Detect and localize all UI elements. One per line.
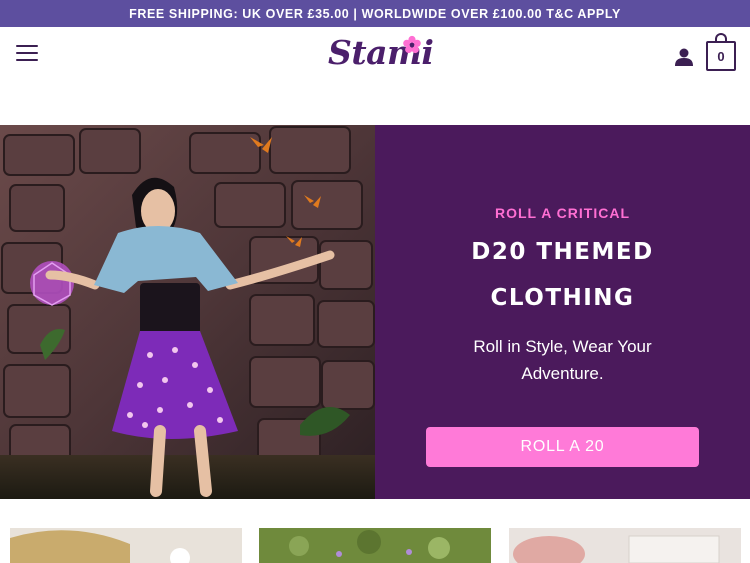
- hero-eyebrow: ROLL A CRITICAL: [494, 205, 631, 221]
- cart-count: 0: [706, 41, 736, 71]
- flower-icon: [403, 35, 421, 54]
- hero-text-panel: ROLL A CRITICAL D20 THEMED CLOTHING Roll…: [375, 125, 750, 499]
- hero-headline-line1: D20 THEMED: [471, 239, 654, 265]
- cart-button[interactable]: 0: [706, 33, 736, 71]
- product-thumbnail[interactable]: [259, 528, 491, 563]
- hero-headline-line2: CLOTHING: [490, 285, 635, 311]
- hero-headline: D20 THEMED CLOTHING: [375, 229, 750, 321]
- roll-a-20-button[interactable]: ROLL A 20: [426, 427, 699, 467]
- site-header: Stami 0: [0, 27, 750, 125]
- user-account-icon[interactable]: [674, 48, 694, 66]
- product-thumbnail[interactable]: [509, 528, 741, 563]
- hero-banner: ROLL A CRITICAL D20 THEMED CLOTHING Roll…: [0, 125, 750, 499]
- site-logo[interactable]: Stami: [328, 33, 434, 75]
- hero-subtitle: Roll in Style, Wear Your Adventure.: [473, 337, 652, 383]
- hamburger-menu-icon[interactable]: [16, 45, 38, 61]
- announcement-text: FREE SHIPPING: UK OVER £35.00 | WORLDWID…: [129, 6, 621, 21]
- product-thumbnail[interactable]: [10, 528, 242, 563]
- product-grid: [0, 528, 750, 563]
- hero-photo: [0, 125, 375, 499]
- announcement-bar: FREE SHIPPING: UK OVER £35.00 | WORLDWID…: [0, 0, 750, 27]
